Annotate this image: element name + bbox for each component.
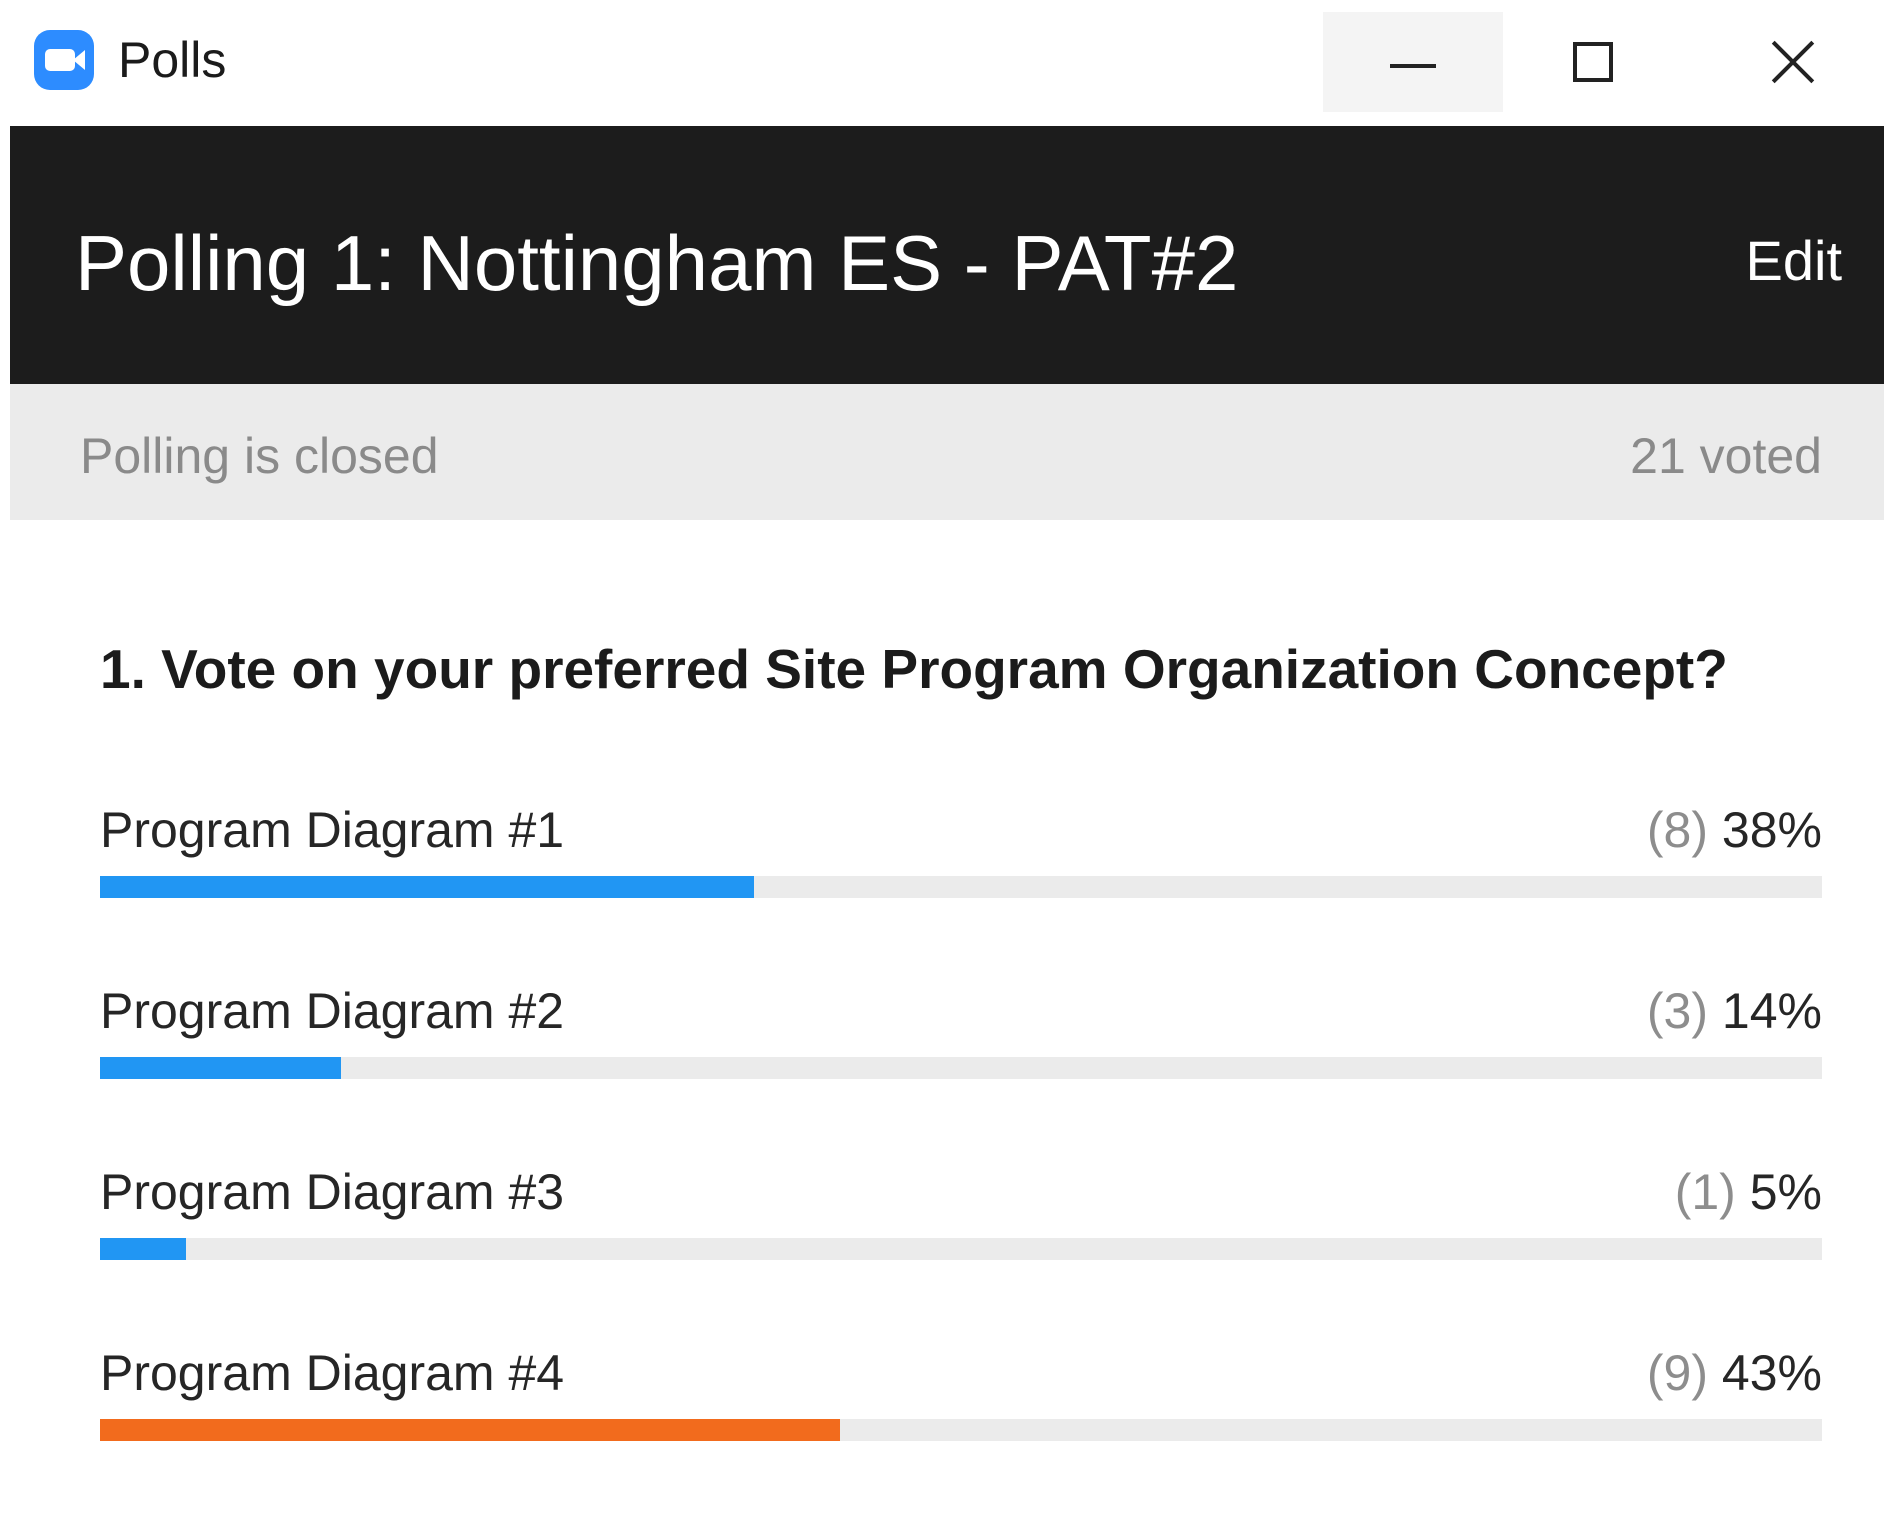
result-bar-track [100, 876, 1822, 898]
result-bar-fill [100, 876, 755, 898]
result-bar-track [100, 1238, 1822, 1260]
option-count: (3) [1646, 983, 1709, 1039]
poll-option-1: Program Diagram #1 (8) 38% [90, 800, 1822, 920]
option-count: (8) [1646, 802, 1709, 858]
minimize-icon [1390, 64, 1436, 68]
maximize-icon [1573, 42, 1613, 82]
close-icon [1769, 38, 1817, 86]
poll-state: Polling is closed [80, 428, 439, 484]
result-bar-fill [100, 1238, 187, 1260]
option-count: (9) [1646, 1345, 1709, 1401]
poll-title: Polling 1: Nottingham ES - PAT#2 [75, 219, 1239, 307]
edit-button[interactable]: Edit [1746, 226, 1843, 296]
poll-option-4: Program Diagram #4 (9) 43% [90, 1343, 1822, 1463]
option-result: (8) 38% [1647, 800, 1822, 860]
result-bar-track [100, 1419, 1822, 1441]
option-label: Program Diagram #3 [100, 1164, 565, 1220]
option-count: (1) [1674, 1164, 1736, 1220]
zoom-camera-icon [34, 30, 94, 90]
title-bar: Polls [10, 0, 1884, 126]
poll-option-3: Program Diagram #3 (1) 5% [90, 1162, 1822, 1282]
option-percent: 14% [1721, 983, 1822, 1039]
poll-header: Polling 1: Nottingham ES - PAT#2 Edit [10, 126, 1884, 384]
maximize-button[interactable] [1503, 12, 1683, 112]
option-percent: 5% [1749, 1164, 1822, 1220]
minimize-button[interactable] [1323, 12, 1503, 112]
option-label: Program Diagram #4 [100, 1345, 565, 1401]
option-percent: 43% [1721, 1345, 1822, 1401]
poll-question: 1. Vote on your preferred Site Program O… [100, 638, 1728, 700]
result-bar-track [100, 1057, 1822, 1079]
vote-count: 21 voted [1630, 428, 1822, 484]
option-percent: 38% [1721, 802, 1822, 858]
poll-status-bar: Polling is closed 21 voted [10, 384, 1884, 520]
result-bar-fill [100, 1419, 841, 1441]
option-result: (1) 5% [1675, 1162, 1822, 1222]
poll-option-2: Program Diagram #2 (3) 14% [90, 981, 1822, 1101]
option-result: (3) 14% [1647, 981, 1822, 1041]
window-title: Polls [118, 32, 227, 88]
close-button[interactable] [1703, 12, 1883, 112]
option-label: Program Diagram #2 [100, 983, 565, 1039]
option-result: (9) 43% [1647, 1343, 1822, 1403]
polls-window: Polls Polling 1: Nottingham ES - PAT#2 E… [10, 0, 1884, 1522]
option-label: Program Diagram #1 [100, 802, 565, 858]
result-bar-fill [100, 1057, 342, 1079]
